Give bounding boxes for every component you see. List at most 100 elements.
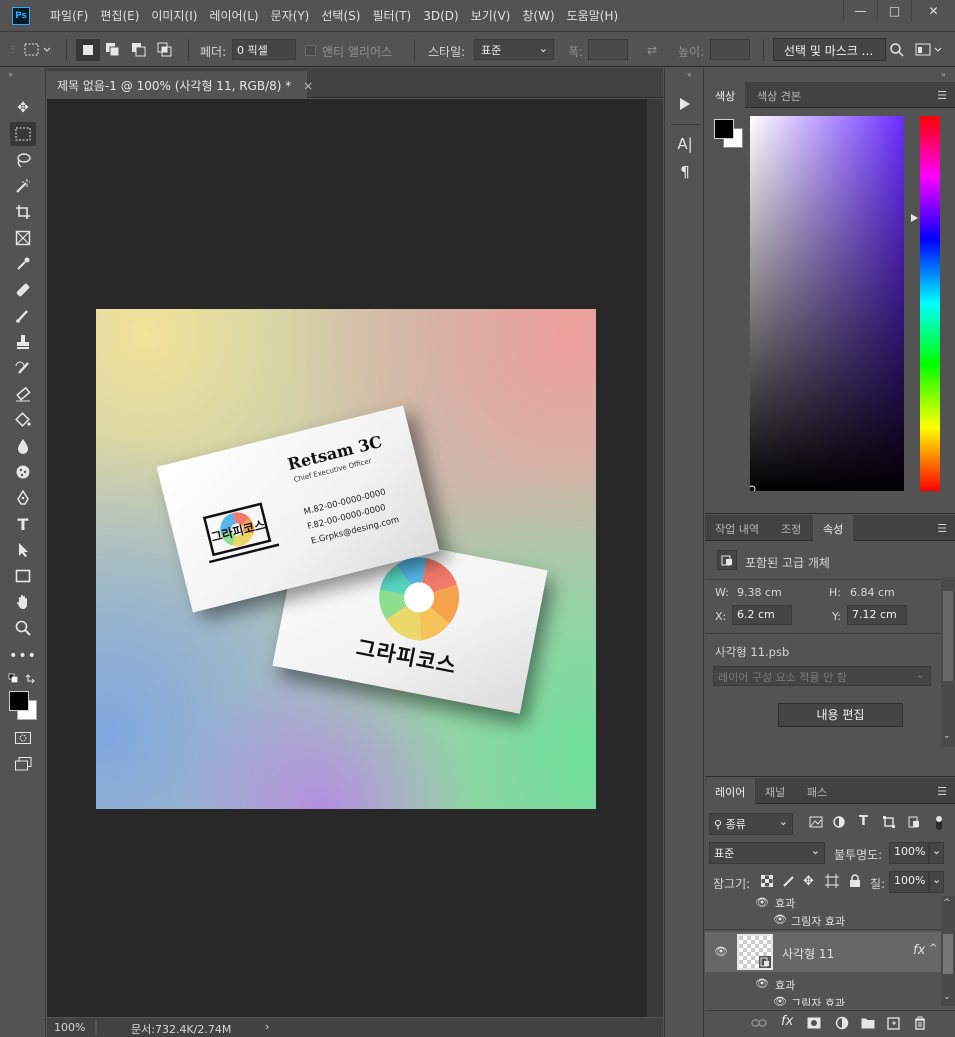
quick-mask-icon[interactable] bbox=[10, 726, 36, 750]
close-button[interactable]: ✕ bbox=[911, 0, 955, 22]
eye-icon[interactable]: 👁 bbox=[773, 995, 787, 1006]
crop-tool-icon[interactable] bbox=[10, 200, 36, 224]
lock-artboard-icon[interactable] bbox=[825, 874, 839, 891]
panel-menu-icon[interactable]: ☰ bbox=[937, 522, 947, 535]
path-selection-icon[interactable] bbox=[10, 538, 36, 562]
tab-swatches[interactable]: 색상 견본 bbox=[747, 82, 811, 108]
filter-toggle-icon[interactable] bbox=[934, 814, 944, 835]
lock-position-icon[interactable]: ✥ bbox=[803, 874, 814, 889]
paint-bucket-icon[interactable] bbox=[10, 408, 36, 432]
history-brush-icon[interactable] bbox=[10, 356, 36, 380]
fill-input[interactable]: 100% bbox=[889, 871, 929, 893]
tab-properties[interactable]: 속성 bbox=[813, 515, 854, 541]
rectangle-tool-icon[interactable] bbox=[10, 564, 36, 588]
hue-slider[interactable] bbox=[920, 116, 940, 491]
menu-file[interactable]: 파일(F) bbox=[44, 8, 94, 24]
layer-comp-select[interactable]: 레이어 구성 요소 적용 안 함 ⌄ bbox=[713, 666, 931, 686]
menu-filter[interactable]: 필터(T) bbox=[366, 8, 417, 24]
close-tab-icon[interactable]: × bbox=[303, 79, 313, 93]
new-group-icon[interactable] bbox=[861, 1017, 875, 1032]
maximize-button[interactable]: □ bbox=[877, 0, 911, 22]
foreground-swatch[interactable] bbox=[714, 119, 734, 139]
opacity-input[interactable]: 100% bbox=[889, 842, 929, 864]
style-select[interactable]: 표준 ⌄ bbox=[474, 39, 554, 60]
filter-pixel-icon[interactable] bbox=[809, 816, 823, 831]
tab-layers[interactable]: 레이어 bbox=[705, 778, 756, 804]
marquee-preset-icon[interactable] bbox=[22, 41, 54, 59]
swap-icon[interactable]: ⇄ bbox=[643, 41, 661, 59]
menu-edit[interactable]: 편집(E) bbox=[94, 8, 145, 24]
canvas-scrollbar[interactable] bbox=[647, 99, 663, 1017]
tab-history[interactable]: 작업 내역 bbox=[705, 515, 769, 541]
swap-colors-icon[interactable] bbox=[8, 672, 38, 688]
workspace-icon[interactable] bbox=[914, 41, 944, 59]
eye-icon[interactable]: 👁 bbox=[755, 896, 769, 909]
menu-image[interactable]: 이미지(I) bbox=[145, 8, 203, 24]
feather-input[interactable]: 0 픽셀 bbox=[232, 39, 296, 60]
pen-tool-icon[interactable] bbox=[10, 486, 36, 510]
filter-shape-icon[interactable] bbox=[883, 816, 895, 831]
menu-type[interactable]: 문자(Y) bbox=[265, 8, 316, 24]
tab-paths[interactable]: 패스 bbox=[797, 778, 837, 804]
scroll-up-icon[interactable]: ^ bbox=[943, 898, 951, 908]
tab-color[interactable]: 색상 bbox=[705, 82, 746, 108]
antialias-checkbox[interactable] bbox=[304, 41, 316, 59]
scroll-down-icon[interactable]: ⌄ bbox=[943, 992, 951, 1002]
document-tab[interactable]: 제목 없음-1 @ 100% (사각형 11, RGB/8) * × bbox=[47, 71, 313, 98]
subtract-selection-icon[interactable] bbox=[130, 41, 148, 59]
x-position-input[interactable]: 6.2 cm bbox=[732, 605, 792, 625]
filter-adjustment-icon[interactable] bbox=[833, 816, 845, 831]
scrollbar-thumb[interactable] bbox=[943, 591, 953, 681]
screen-mode-icon[interactable] bbox=[10, 752, 36, 776]
artboard[interactable]: 그라피코스 그라피코스 Retsam 3C Chief Executive Of… bbox=[96, 309, 596, 809]
delete-layer-icon[interactable] bbox=[914, 1016, 926, 1033]
new-layer-icon[interactable] bbox=[887, 1016, 901, 1033]
eye-icon[interactable]: 👁 bbox=[773, 913, 787, 926]
eyedropper-icon[interactable] bbox=[10, 252, 36, 276]
layer-filter-select[interactable]: ⚲ 종류 ⌄ bbox=[709, 813, 793, 835]
collapse-effects-icon[interactable]: ^ bbox=[929, 943, 937, 954]
properties-scrollbar[interactable]: ⌄ bbox=[941, 577, 955, 747]
menu-help[interactable]: 도움말(H) bbox=[561, 8, 625, 24]
opacity-dropdown[interactable]: ⌄ bbox=[929, 842, 944, 864]
layer-rectangle-11[interactable]: 👁 사각형 11 fx ^ bbox=[705, 932, 941, 972]
drop-shadow-row[interactable]: 👁 그림자 효과 bbox=[705, 992, 941, 1006]
eye-icon[interactable]: 👁 bbox=[714, 945, 728, 958]
sponge-tool-icon[interactable] bbox=[10, 460, 36, 484]
zoom-tool-icon[interactable] bbox=[10, 616, 36, 640]
scrollbar-thumb[interactable] bbox=[943, 934, 953, 974]
height-value[interactable]: 6.84 cm bbox=[850, 586, 895, 599]
intersect-selection-icon[interactable] bbox=[156, 41, 174, 59]
stamp-tool-icon[interactable] bbox=[10, 330, 36, 354]
lasso-tool-icon[interactable] bbox=[10, 148, 36, 172]
filter-smart-object-icon[interactable] bbox=[908, 816, 920, 831]
status-menu-arrow[interactable]: › bbox=[265, 1020, 269, 1033]
layer-name[interactable]: 사각형 11 bbox=[782, 945, 834, 962]
blur-tool-icon[interactable] bbox=[10, 434, 36, 458]
frame-tool-icon[interactable] bbox=[10, 226, 36, 250]
width-input[interactable] bbox=[588, 39, 628, 60]
drop-shadow-row-top[interactable]: 👁 그림자 효과 bbox=[705, 910, 941, 930]
zoom-level[interactable]: 100% bbox=[54, 1021, 85, 1034]
paragraph-panel-icon[interactable]: ¶ bbox=[672, 160, 698, 184]
link-layers-icon[interactable] bbox=[751, 1017, 767, 1032]
hue-slider-handle[interactable] bbox=[910, 213, 920, 223]
layers-scrollbar[interactable]: ^ ⌄ bbox=[941, 896, 955, 1006]
filter-type-icon[interactable]: T bbox=[859, 814, 868, 829]
tab-adjustments[interactable]: 조정 bbox=[771, 515, 811, 541]
add-selection-icon[interactable] bbox=[104, 41, 122, 59]
menu-select[interactable]: 선택(S) bbox=[315, 8, 366, 24]
menu-3d[interactable]: 3D(D) bbox=[417, 8, 464, 24]
minimize-button[interactable]: — bbox=[843, 0, 877, 22]
scroll-down-icon[interactable]: ⌄ bbox=[943, 731, 951, 741]
fx-badge[interactable]: fx bbox=[913, 943, 925, 958]
expand-dock-icon[interactable]: « bbox=[687, 70, 692, 79]
character-panel-icon[interactable]: A| bbox=[672, 132, 698, 156]
collapse-toolbar-icon[interactable]: » bbox=[8, 70, 13, 79]
lock-transparent-icon[interactable] bbox=[760, 874, 774, 890]
edit-contents-button[interactable]: 내용 편집 bbox=[778, 703, 903, 727]
fill-dropdown[interactable]: ⌄ bbox=[929, 871, 944, 893]
eye-icon[interactable]: 👁 bbox=[755, 977, 769, 990]
effects-row[interactable]: 👁 효과 bbox=[705, 974, 941, 994]
width-value[interactable]: 9.38 cm bbox=[737, 586, 782, 599]
